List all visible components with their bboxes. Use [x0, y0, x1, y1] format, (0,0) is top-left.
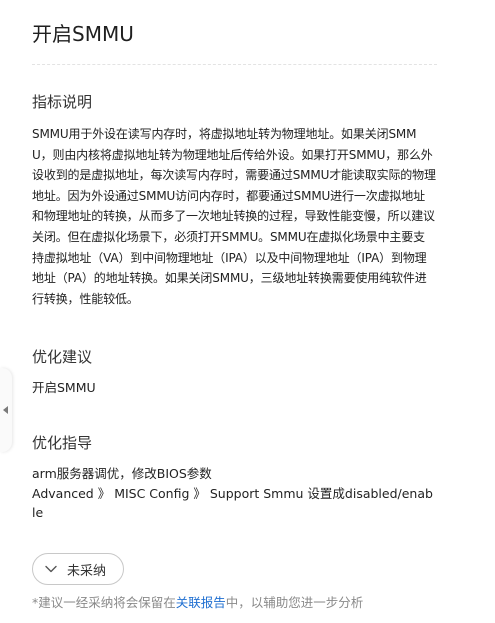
- chevron-down-icon: [44, 562, 58, 576]
- guide-line-2: Advanced 》 MISC Config 》 Support Smmu 设置…: [32, 485, 433, 521]
- footnote-suffix: 中，以辅助您进一步分析: [225, 595, 364, 610]
- adoption-status-label: 未采纳: [67, 563, 107, 579]
- adoption-status-button[interactable]: 未采纳: [32, 553, 124, 585]
- description-text: SMMU用于外设在读写内存时，将虚拟地址转为物理地址。如果关闭SMMU，则由内核…: [32, 127, 436, 306]
- title-divider: [32, 64, 437, 65]
- page-title: 开启SMMU: [32, 22, 134, 46]
- caret-left-icon: [3, 406, 9, 414]
- side-panel-toggle[interactable]: [0, 368, 12, 452]
- description-heading: 指标说明: [32, 93, 93, 111]
- suggestion-text: 开启SMMU: [32, 380, 96, 395]
- footnote-prefix: *建议一经采纳将会保留在: [32, 595, 176, 610]
- related-report-link[interactable]: 关联报告: [176, 595, 226, 610]
- guide-line-1: arm服务器调优，修改BIOS参数: [32, 466, 212, 481]
- guide-text: arm服务器调优，修改BIOS参数 Advanced 》 MISC Config…: [32, 464, 436, 523]
- suggestion-heading: 优化建议: [32, 348, 93, 366]
- guide-heading: 优化指导: [32, 434, 93, 452]
- footnote: *建议一经采纳将会保留在关联报告中，以辅助您进一步分析: [32, 594, 363, 612]
